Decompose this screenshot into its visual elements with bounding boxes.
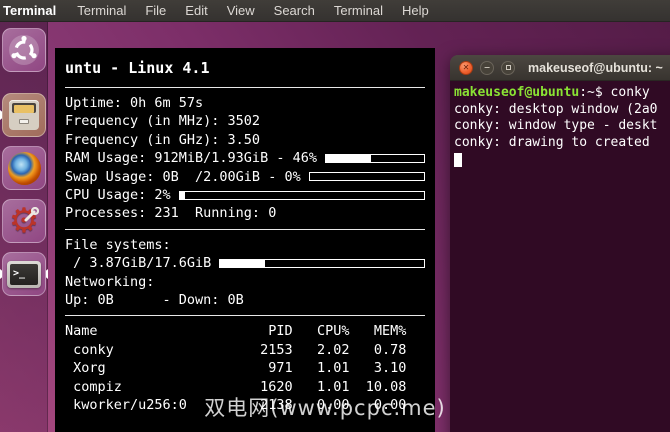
conky-fs-label: / 3.87GiB/17.6GiB bbox=[65, 255, 212, 272]
files-icon bbox=[9, 100, 39, 130]
divider bbox=[65, 315, 425, 317]
conky-swap-row: Swap Usage: 0B /2.00GiB - 0% bbox=[65, 168, 425, 186]
ram-usage-bar bbox=[324, 153, 425, 163]
conky-os-title: untu - Linux 4.1 bbox=[65, 59, 210, 77]
system-settings-icon: ⚙ bbox=[8, 201, 40, 241]
conky-cpu-row: CPU Usage: 2% bbox=[65, 186, 425, 204]
conky-freq-ghz: Frequency (in GHz): 3.50 bbox=[65, 131, 261, 148]
maximize-button[interactable] bbox=[501, 60, 515, 75]
terminal-titlebar[interactable]: ✕ − makeuseof@ubuntu: ~ bbox=[450, 55, 670, 81]
conky-ram-label: RAM Usage: 912MiB/1.93GiB - 46% bbox=[65, 150, 317, 167]
swap-usage-bar bbox=[308, 172, 425, 182]
terminal-prompt: makeuseof@ubuntu bbox=[454, 85, 580, 100]
launcher-item-terminal[interactable]: >_ bbox=[2, 252, 46, 296]
filesystem-usage-bar bbox=[219, 258, 425, 268]
launcher-item-firefox[interactable] bbox=[2, 146, 46, 190]
menu-item-edit[interactable]: Edit bbox=[185, 3, 207, 18]
conky-net-header: Networking: bbox=[65, 273, 155, 290]
minimize-button[interactable]: − bbox=[480, 60, 494, 75]
ubuntu-dash-icon bbox=[9, 35, 39, 65]
launcher-item-settings[interactable]: ⚙ bbox=[2, 199, 46, 243]
launcher-item-files[interactable] bbox=[2, 93, 46, 137]
terminal-icon: >_ bbox=[7, 260, 41, 288]
terminal-command: conky bbox=[610, 85, 650, 100]
terminal-prompt-line: makeuseof@ubuntu:~$ conky bbox=[454, 85, 650, 100]
conky-swap-label: Swap Usage: 0B /2.00GiB - 0% bbox=[65, 168, 301, 185]
launcher-item-dash[interactable] bbox=[2, 28, 46, 72]
top-menu-bar: Terminal Terminal File Edit View Search … bbox=[0, 0, 670, 22]
menu-item-file[interactable]: File bbox=[145, 3, 166, 18]
conky-processes: Processes: 231 Running: 0 bbox=[65, 205, 277, 222]
conky-net-updown: Up: 0B - Down: 0B bbox=[65, 292, 244, 309]
conky-uptime: Uptime: 0h 6m 57s bbox=[65, 95, 204, 111]
cpu-usage-bar bbox=[178, 190, 425, 200]
process-table-row: conky 2153 2.02 0.78 bbox=[65, 341, 407, 358]
menu-item-view[interactable]: View bbox=[227, 3, 255, 18]
divider bbox=[65, 228, 425, 230]
process-table-header: Name PID CPU% MEM% bbox=[65, 323, 407, 340]
divider bbox=[65, 87, 425, 88]
terminal-output-line: conky: desktop window (2a0 bbox=[454, 101, 658, 117]
process-table-row: kworker/u256:0 2138 0.00 0.00 bbox=[65, 397, 407, 414]
conky-cpu-label: CPU Usage: 2% bbox=[65, 187, 171, 204]
menu-item-terminal[interactable]: Terminal bbox=[334, 3, 383, 18]
process-table-row: compiz 1620 1.01 10.08 bbox=[65, 378, 407, 395]
terminal-body[interactable]: makeuseof@ubuntu:~$ conky conky: desktop… bbox=[450, 81, 670, 432]
process-table-row: Xorg 971 1.01 3.10 bbox=[65, 360, 407, 377]
firefox-icon bbox=[7, 151, 41, 185]
terminal-window-title: makeuseof@ubuntu: ~ bbox=[528, 60, 663, 75]
conky-freq-mhz: Frequency (in MHz): 3502 bbox=[65, 113, 261, 130]
terminal-window: ✕ − makeuseof@ubuntu: ~ makeuseof@ubuntu… bbox=[450, 55, 670, 432]
conky-widget: untu - Linux 4.1 Uptime: 0h 6m 57s Frequ… bbox=[55, 48, 435, 432]
desktop-background: Terminal Terminal File Edit View Search … bbox=[0, 0, 670, 432]
conky-fs-header: File systems: bbox=[65, 236, 171, 253]
terminal-output-line: conky: drawing to created bbox=[454, 134, 658, 150]
menu-item-help[interactable]: Help bbox=[402, 3, 429, 18]
close-button[interactable]: ✕ bbox=[459, 60, 473, 75]
terminal-cursor bbox=[454, 153, 462, 167]
wrench-icon bbox=[24, 207, 39, 222]
menu-item-terminal-app[interactable]: Terminal bbox=[77, 3, 126, 18]
conky-ram-row: RAM Usage: 912MiB/1.93GiB - 46% bbox=[65, 149, 425, 167]
menubar-app-title: Terminal bbox=[3, 3, 57, 18]
unity-launcher: ⚙ >_ bbox=[0, 22, 48, 432]
menu-item-search[interactable]: Search bbox=[274, 3, 315, 18]
conky-fs-row: / 3.87GiB/17.6GiB bbox=[65, 254, 425, 272]
terminal-output-line: conky: window type - deskt bbox=[454, 118, 658, 133]
